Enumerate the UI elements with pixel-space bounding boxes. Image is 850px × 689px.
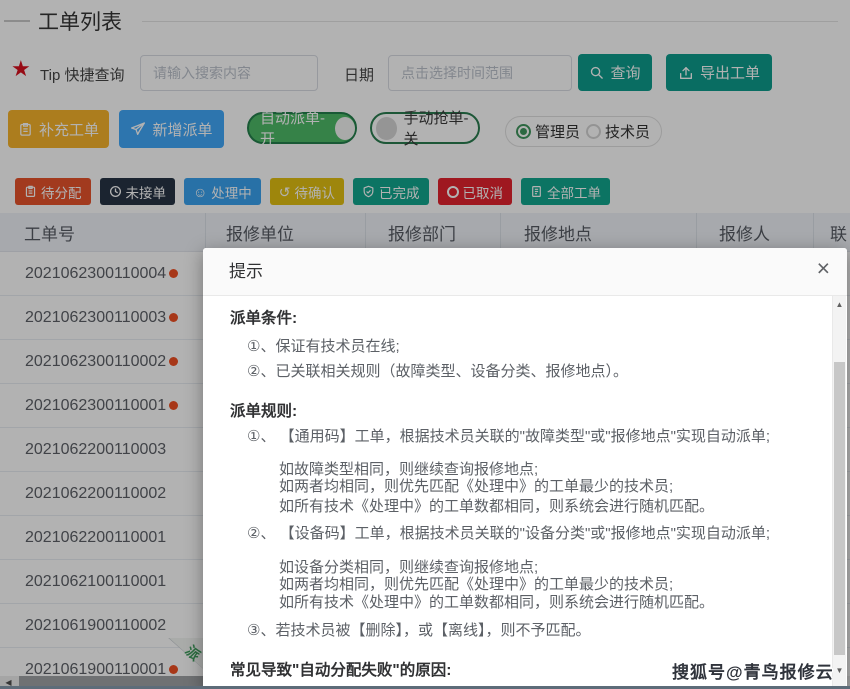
unread-dot — [169, 401, 178, 410]
dialog-text-line: 派单规则: — [230, 402, 297, 422]
table-header: 工单号 报修单位 报修部门 报修地点 报修人 联 — [0, 213, 850, 252]
manual-grab-label: 手动抢单-关 — [403, 107, 478, 149]
tab-label: 已取消 — [463, 182, 504, 202]
history-icon: ↺ — [279, 185, 291, 199]
dialog-text-line: 如所有技术《处理中》的工单数都相同，则系统会进行随机匹配。 — [279, 593, 714, 613]
unread-dot — [169, 357, 178, 366]
order-number: 2021062200110001 — [25, 516, 166, 559]
clipboard-icon — [24, 185, 37, 198]
dialog-text-line: ①、 【通用码】工单，根据技术员关联的"故障类型"或"报修地点"实现自动派单; — [247, 427, 770, 447]
dialog-text-line: 常见导致"自动分配失败"的原因: — [230, 661, 451, 681]
tab-label: 全部工单 — [547, 182, 601, 202]
quick-search-label: Tip 快捷查询 — [40, 64, 124, 85]
tab-label: 待分配 — [41, 182, 82, 202]
clipboard-icon — [18, 122, 33, 137]
tab-completed[interactable]: 已完成 — [353, 178, 429, 205]
scroll-up-arrow-icon[interactable]: ▲ — [833, 300, 846, 309]
title-divider-line — [142, 21, 838, 22]
tab-all-orders[interactable]: 全部工单 — [521, 178, 610, 205]
page-title: 工单列表 — [38, 6, 122, 36]
export-icon — [678, 65, 694, 81]
status-filter-row: 待分配 未接单 ☺ 处理中 ↺ 待确认 已完成 已取消 全部工单 — [15, 178, 610, 205]
col-header-department: 报修部门 — [365, 213, 500, 252]
radio-admin[interactable]: 管理员 — [516, 121, 580, 142]
auto-dispatch-label: 自动派单-开 — [260, 107, 328, 149]
close-icon[interactable]: × — [817, 257, 830, 280]
auto-dispatch-toggle[interactable]: 自动派单-开 — [247, 112, 357, 144]
dialog-text-line: ②、已关联相关规则（故障类型、设备分类、报修地点）。 — [247, 362, 628, 382]
title-divider-dash — [4, 20, 30, 22]
clock-icon — [109, 185, 122, 198]
circle-icon — [447, 186, 459, 198]
order-number: 2021062100110001 — [25, 560, 166, 603]
dialog-text-line: 如两者均相同，则优先匹配《处理中》的工单最少的技术员; — [279, 477, 673, 497]
dialog-header: 提示 × — [203, 248, 847, 296]
scroll-down-arrow-icon[interactable]: ▼ — [833, 666, 846, 675]
dialog-title: 提示 — [229, 248, 263, 296]
supplement-button-label: 补充工单 — [39, 119, 99, 140]
export-orders-button[interactable]: 导出工单 — [666, 54, 772, 91]
radio-technician[interactable]: 技术员 — [586, 121, 650, 142]
order-number: 2021062300110004 — [25, 252, 166, 295]
dialog-text-line: 如两者均相同，则优先匹配《处理中》的工单最少的技术员; — [279, 575, 673, 595]
radio-admin-label: 管理员 — [535, 121, 580, 142]
dialog-text-line: ③、若技术员被【删除】，或【离线】，则不予匹配。 — [247, 621, 590, 641]
dialog-scrollbar-thumb[interactable] — [834, 362, 845, 655]
radio-technician-label: 技术员 — [605, 121, 650, 142]
supplement-order-button[interactable]: 补充工单 — [8, 110, 109, 148]
tab-cancelled[interactable]: 已取消 — [438, 178, 513, 205]
new-dispatch-button[interactable]: 新增派单 — [119, 110, 224, 148]
document-icon — [530, 185, 543, 198]
dialog-text-line: 如所有技术《处理中》的工单数都相同，则系统会进行随机匹配。 — [279, 497, 714, 517]
tab-label: 未接单 — [126, 182, 167, 202]
dispatched-corner-ribbon: 派 — [164, 638, 207, 676]
radio-unselected-icon — [586, 124, 601, 139]
tab-pending-confirm[interactable]: ↺ 待确认 — [270, 178, 344, 205]
dialog-text-line: 派单条件: — [230, 309, 297, 329]
tab-processing[interactable]: ☺ 处理中 — [184, 178, 261, 205]
col-header-location: 报修地点 — [500, 213, 696, 252]
export-button-label: 导出工单 — [700, 62, 760, 83]
manual-grab-toggle[interactable]: 手动抢单-关 — [370, 112, 480, 144]
dialog-text-line: ①、保证有技术员在线; — [247, 337, 400, 357]
date-label: 日期 — [344, 64, 374, 85]
tab-not-accepted[interactable]: 未接单 — [100, 178, 176, 205]
role-radio-group: 管理员 技术员 — [505, 116, 662, 147]
unread-dot — [169, 269, 178, 278]
col-header-contact: 联 — [813, 213, 850, 252]
order-number: 2021062300110002 — [25, 340, 166, 383]
date-range-input[interactable] — [388, 55, 572, 91]
search-input[interactable] — [140, 55, 318, 91]
tab-label: 待确认 — [295, 182, 336, 202]
order-number: 2021062300110003 — [25, 296, 166, 339]
tip-star-icon: ★ — [11, 56, 31, 82]
query-button-label: 查询 — [610, 62, 640, 83]
toggle-knob-off — [376, 117, 397, 140]
order-number: 2021062200110003 — [25, 428, 166, 471]
order-number: 2021061900110002 — [25, 604, 166, 647]
smiley-icon: ☺ — [193, 185, 207, 199]
col-header-unit: 报修单位 — [205, 213, 365, 252]
unread-dot — [169, 313, 178, 322]
order-number: 2021062300110001 — [25, 384, 166, 427]
watermark: 搜狐号@青鸟报修云 — [672, 658, 834, 683]
tab-label: 已完成 — [379, 182, 420, 202]
shield-check-icon — [362, 185, 375, 198]
col-header-reporter: 报修人 — [696, 213, 813, 252]
col-header-order-no: 工单号 — [0, 213, 205, 252]
search-icon — [589, 65, 604, 80]
order-number: 2021062200110002 — [25, 472, 166, 515]
tab-label: 处理中 — [211, 182, 252, 202]
new-dispatch-button-label: 新增派单 — [152, 119, 212, 140]
work-order-app: 工单列表 ★ Tip 快捷查询 日期 查询 导出工单 补充工单 新增派单 自动派… — [0, 0, 850, 689]
radio-selected-icon — [516, 124, 531, 139]
toggle-knob-on — [335, 117, 355, 140]
paper-plane-icon — [130, 121, 146, 137]
query-button[interactable]: 查询 — [578, 54, 652, 91]
tip-dialog: 提示 × 派单条件: ①、保证有技术员在线; ②、已关联相关规则（故障类型、设备… — [203, 248, 847, 689]
tab-pending-assign[interactable]: 待分配 — [15, 178, 91, 205]
dialog-text-line: ②、 【设备码】工单，根据技术员关联的"设备分类"或"报修地点"实现自动派单; — [247, 524, 770, 544]
